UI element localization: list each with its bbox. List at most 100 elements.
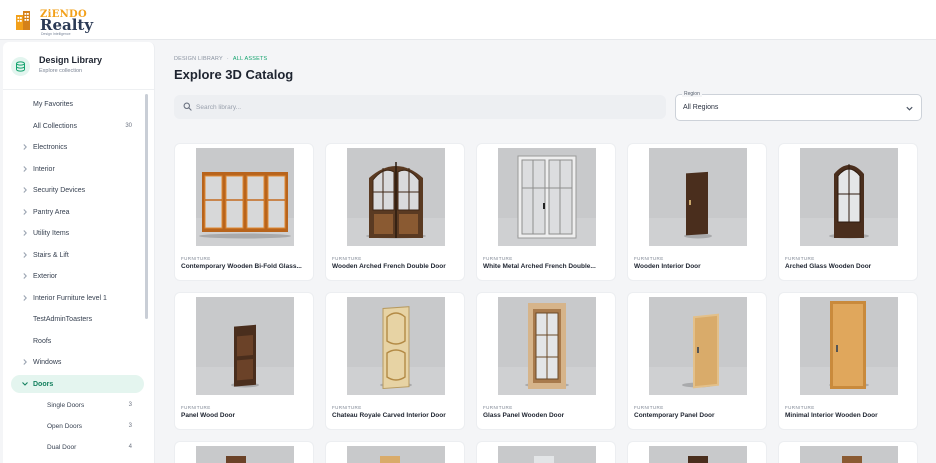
sidebar-item-label: Security Devices <box>33 187 86 194</box>
sidebar-item-label: Stairs & Lift <box>33 252 69 259</box>
door-thumbnail <box>800 148 898 246</box>
door-thumbnail <box>498 148 596 246</box>
sidebar-item[interactable]: Dual Door 4 <box>11 438 144 456</box>
catalog-card[interactable]: FURNITURE Wooden Arched French Double Doo… <box>325 143 465 281</box>
card-category: FURNITURE <box>332 256 362 261</box>
sidebar-item[interactable]: Roofs <box>11 332 144 350</box>
search-icon <box>183 102 192 111</box>
door-thumbnail <box>196 446 294 463</box>
sidebar-item-label: Pantry Area <box>33 209 70 216</box>
sidebar-scrollbar[interactable] <box>145 94 148 319</box>
sidebar-item[interactable]: Electronics <box>11 138 144 156</box>
sidebar-header: Design Library Explore collection <box>3 42 154 90</box>
sidebar-item[interactable]: Stairs & Lift <box>11 246 144 264</box>
door-thumbnail <box>800 446 898 463</box>
sidebar-item-label: TestAdminToasters <box>33 316 93 323</box>
card-category: FURNITURE <box>181 256 211 261</box>
sidebar-item-label: Utility Items <box>33 230 70 237</box>
sidebar: Design Library Explore collection My Fav… <box>3 42 155 463</box>
door-thumbnail <box>649 446 747 463</box>
building-logo-icon <box>16 11 30 30</box>
sidebar-item[interactable]: All Collections 30 <box>11 117 144 135</box>
sidebar-item-count: 30 <box>125 123 132 129</box>
top-bar: ZiENDO Realty Design Intelligence <box>0 0 936 40</box>
catalog-card[interactable]: FURNITURE Minimal Interior Wooden Door <box>778 292 918 430</box>
region-label: Region <box>682 91 702 97</box>
chevron-right-icon <box>21 186 29 194</box>
sidebar-item[interactable]: My Favorites <box>11 95 144 113</box>
sidebar-item-label: Doors <box>33 381 54 388</box>
catalog-card[interactable]: FURNITURE Chateau Royale Carved Interior … <box>325 292 465 430</box>
sidebar-item[interactable]: Exterior <box>11 267 144 285</box>
sidebar-item-label: Open Doors <box>47 423 83 430</box>
card-category: FURNITURE <box>332 405 362 410</box>
chevron-right-icon <box>21 272 29 280</box>
sidebar-item[interactable]: Interior <box>11 160 144 178</box>
chevron-down-icon <box>906 106 913 111</box>
sidebar-item-count: 3 <box>128 402 132 408</box>
chevron-right-icon <box>21 251 29 259</box>
brand-logo[interactable]: ZiENDO Realty Design Intelligence <box>14 6 94 36</box>
breadcrumb-root[interactable]: DESIGN LIBRARY <box>174 56 223 62</box>
catalog-card[interactable] <box>627 441 767 463</box>
sidebar-item[interactable]: Open Doors 3 <box>11 417 144 435</box>
search-input[interactable] <box>196 99 656 115</box>
card-title: Panel Wood Door <box>181 412 236 419</box>
sidebar-item[interactable]: Security Devices <box>11 181 144 199</box>
region-select[interactable]: Region All Regions <box>675 91 922 121</box>
card-category: FURNITURE <box>483 405 513 410</box>
sidebar-item-count: 4 <box>128 444 132 450</box>
catalog-card[interactable]: FURNITURE Glass Panel Wooden Door <box>476 292 616 430</box>
card-title: Contemporary Wooden Bi-Fold Glass... <box>181 263 302 270</box>
card-title: Chateau Royale Carved Interior Door <box>332 412 446 419</box>
sidebar-item[interactable]: TestAdminToasters <box>11 310 144 328</box>
chevron-right-icon <box>21 294 29 302</box>
sidebar-item-label: Single Doors <box>47 402 85 409</box>
sidebar-item[interactable]: Utility Items <box>11 224 144 242</box>
catalog-card[interactable] <box>325 441 465 463</box>
sidebar-item[interactable]: Doors <box>11 375 144 393</box>
sidebar-item-label: Electronics <box>33 144 68 151</box>
door-thumbnail <box>196 148 294 246</box>
page-title: Explore 3D Catalog <box>174 67 294 82</box>
library-icon <box>11 57 30 76</box>
card-category: FURNITURE <box>181 405 211 410</box>
catalog-card[interactable]: FURNITURE Contemporary Panel Door <box>627 292 767 430</box>
sidebar-item-label: Roofs <box>33 338 52 345</box>
door-thumbnail <box>196 297 294 395</box>
card-title: Wooden Arched French Double Door <box>332 263 446 270</box>
chevron-right-icon <box>21 143 29 151</box>
main-content: DESIGN LIBRARY · ALL ASSETS Explore 3D Cat… <box>160 42 936 463</box>
breadcrumb: DESIGN LIBRARY · ALL ASSETS <box>174 56 267 62</box>
sidebar-item-label: All Collections <box>33 123 77 130</box>
sidebar-item[interactable]: Windows <box>11 353 144 371</box>
catalog-card[interactable] <box>778 441 918 463</box>
sidebar-item[interactable]: Single Doors 3 <box>11 396 144 414</box>
catalog-card[interactable]: FURNITURE Wooden Interior Door <box>627 143 767 281</box>
catalog-card[interactable]: FURNITURE Arched Glass Wooden Door <box>778 143 918 281</box>
catalog-card[interactable]: FURNITURE Panel Wood Door <box>174 292 314 430</box>
chevron-down-icon <box>21 380 29 388</box>
chevron-right-icon <box>21 208 29 216</box>
sidebar-item-label: Interior Furniture level 1 <box>33 295 107 302</box>
door-thumbnail <box>800 297 898 395</box>
card-title: Minimal Interior Wooden Door <box>785 412 878 419</box>
door-thumbnail <box>649 297 747 395</box>
card-category: FURNITURE <box>483 256 513 261</box>
chevron-right-icon <box>21 165 29 173</box>
door-thumbnail <box>347 297 445 395</box>
search-bar[interactable] <box>174 95 666 119</box>
catalog-card[interactable] <box>476 441 616 463</box>
breadcrumb-separator: · <box>226 56 229 62</box>
door-thumbnail <box>498 297 596 395</box>
sidebar-item[interactable]: Pantry Area <box>11 203 144 221</box>
catalog-card[interactable] <box>174 441 314 463</box>
card-category: FURNITURE <box>634 256 664 261</box>
catalog-card[interactable]: FURNITURE Contemporary Wooden Bi-Fold Gla… <box>174 143 314 281</box>
sidebar-item[interactable]: Interior Furniture level 1 <box>11 289 144 307</box>
card-title: Arched Glass Wooden Door <box>785 263 872 270</box>
door-thumbnail <box>649 148 747 246</box>
card-title: Contemporary Panel Door <box>634 412 715 419</box>
chevron-right-icon <box>21 229 29 237</box>
catalog-card[interactable]: FURNITURE White Metal Arched French Doubl… <box>476 143 616 281</box>
